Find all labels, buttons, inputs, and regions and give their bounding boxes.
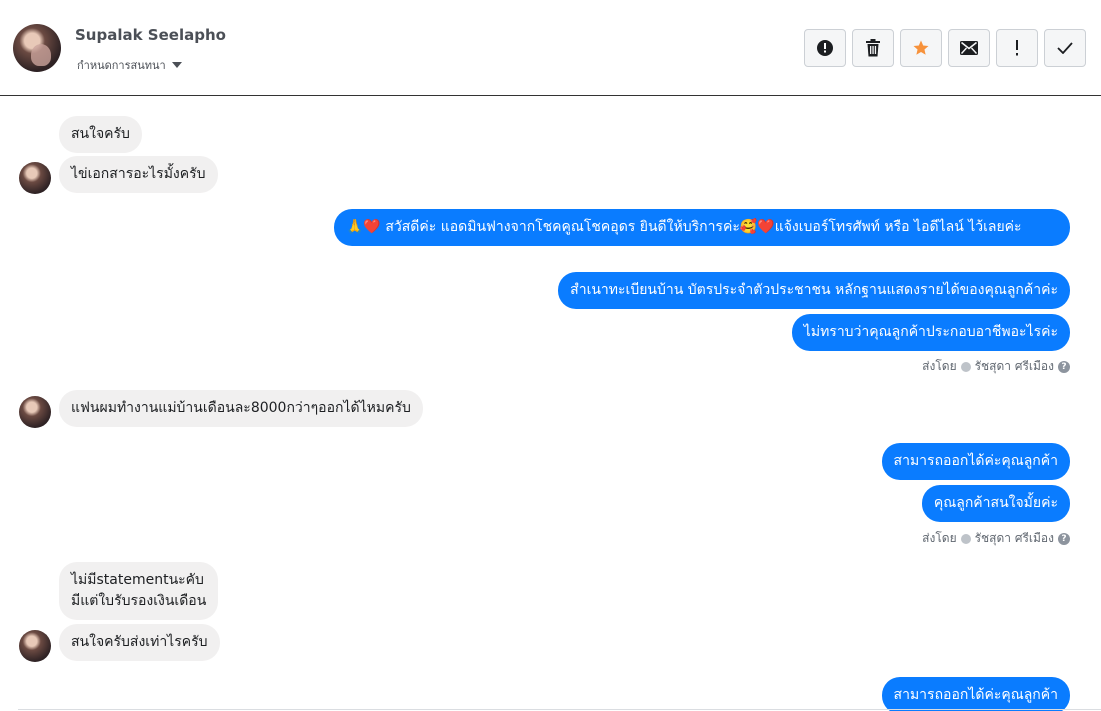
message-row: สามารถออกได้ค่ะคุณลูกค้า [881,443,1070,480]
message-row: แฟนผมทำงานแม่บ้านเดือนละ8000กว่าๆออกได้ไ… [59,390,423,427]
message-row: ไม่มีstatementนะคับ มีแต่ใบรับรองเงินเดื… [59,562,219,620]
message-row: สามารถออกได้ค่ะคุณลูกค้า [881,677,1070,711]
incoming-message[interactable]: ไข่เอกสารอะไรมั้งครับ [59,156,218,193]
agent-status-icon [960,361,971,372]
message-row: สนใจครับ [59,116,142,153]
envelope-icon [960,41,978,55]
sent-by-agent[interactable]: รัชสุดา ศรีเมือง [975,357,1054,376]
mark-spam-button[interactable] [804,29,846,67]
message-line: มีแต่ใบรับรองเงินเดือน [71,593,207,609]
message-row: คุณลูกค้าสนใจมั้ยค่ะ [921,485,1070,522]
trash-icon [866,39,880,57]
mark-unread-button[interactable] [948,29,990,67]
incoming-message[interactable]: ไม่มีstatementนะคับ มีแต่ใบรับรองเงินเดื… [59,562,219,620]
composer-divider [18,709,1101,710]
help-icon[interactable]: ? [1058,360,1070,373]
follow-up-button[interactable] [996,29,1038,67]
outgoing-message[interactable]: สำเนาทะเบียนบ้าน บัตรประจำตัวประชาชน หลั… [558,272,1070,309]
incoming-message[interactable]: สนใจครับ [59,116,142,153]
message-row: สนใจครับส่งเท่าไรครับ [59,624,220,661]
assign-conversation-dropdown[interactable]: กำหนดการสนทนา [77,56,182,74]
message-line: ไม่มีstatementนะคับ [71,572,204,588]
sender-avatar[interactable] [19,630,51,662]
agent-status-icon [960,533,971,544]
star-icon [913,40,929,55]
sent-by-label: ส่งโดย รัชสุดา ศรีเมือง ? [922,357,1070,376]
assign-label: กำหนดการสนทนา [77,59,166,72]
message-thread[interactable]: สนใจครับ ไข่เอกสารอะไรมั้งครับ 🙏❤️ สวัสด… [0,97,1101,711]
outgoing-message[interactable]: คุณลูกค้าสนใจมั้ยค่ะ [921,485,1070,522]
sent-by-agent[interactable]: รัชสุดา ศรีเมือง [975,529,1054,548]
sender-avatar[interactable] [19,396,51,428]
alert-circle-icon [817,40,833,56]
conversation-header: Supalak Seelapho กำหนดการสนทนา [0,0,1101,96]
delete-button[interactable] [852,29,894,67]
outgoing-message[interactable]: ไม่ทราบว่าคุณลูกค้าประกอบอาชีพอะไรค่ะ [791,314,1070,351]
star-button[interactable] [900,29,942,67]
incoming-message[interactable]: สนใจครับส่งเท่าไรครับ [59,624,220,661]
message-row: 🙏❤️ สวัสดีค่ะ แอดมินฟางจากโชคคูณโชคอุดร … [334,209,1070,246]
sent-by-prefix: ส่งโดย [922,359,957,373]
incoming-message[interactable]: แฟนผมทำงานแม่บ้านเดือนละ8000กว่าๆออกได้ไ… [59,390,423,427]
outgoing-message[interactable]: สามารถออกได้ค่ะคุณลูกค้า [881,677,1070,711]
caret-down-icon [171,62,182,68]
message-row: สำเนาทะเบียนบ้าน บัตรประจำตัวประชาชน หลั… [558,272,1070,309]
help-icon[interactable]: ? [1058,532,1070,545]
contact-avatar[interactable] [13,24,61,72]
message-row: ไข่เอกสารอะไรมั้งครับ [59,156,218,193]
sent-by-prefix: ส่งโดย [922,531,957,545]
sent-by-label: ส่งโดย รัชสุดา ศรีเมือง ? [922,529,1070,548]
message-row: ไม่ทราบว่าคุณลูกค้าประกอบอาชีพอะไรค่ะ [791,314,1070,351]
outgoing-message[interactable]: สามารถออกได้ค่ะคุณลูกค้า [881,443,1070,480]
conversation-toolbar [804,29,1086,67]
contact-name[interactable]: Supalak Seelapho [75,26,226,44]
checkmark-icon [1057,42,1073,54]
outgoing-message[interactable]: 🙏❤️ สวัสดีค่ะ แอดมินฟางจากโชคคูณโชคอุดร … [334,209,1070,246]
exclamation-icon [1016,40,1018,56]
mark-done-button[interactable] [1044,29,1086,67]
sender-avatar[interactable] [19,162,51,194]
